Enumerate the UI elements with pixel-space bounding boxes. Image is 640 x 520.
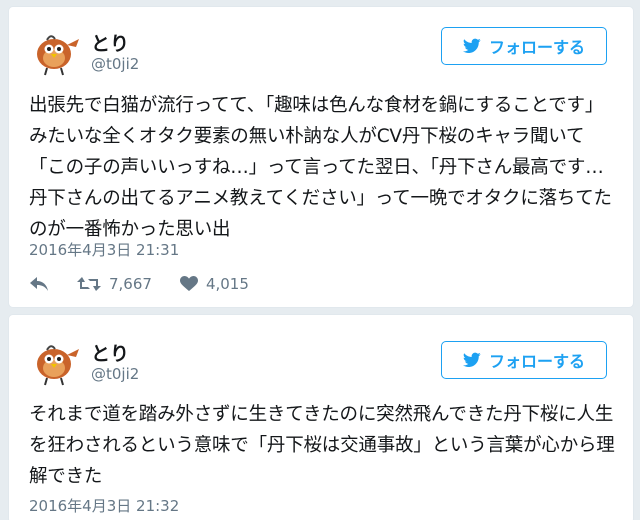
bird-avatar-icon[interactable] — [27, 333, 81, 387]
display-name[interactable]: とり — [91, 339, 129, 366]
bird-avatar-icon[interactable] — [27, 23, 81, 77]
tweet-card-1: とり @t0ji2 フォローする 出張先で白猫が流行ってて、「趣味は色んな食材を… — [8, 6, 634, 308]
heart-icon — [179, 276, 198, 291]
tweet-actions: 7,667 4,015 — [29, 275, 249, 293]
reply-button[interactable] — [29, 276, 49, 292]
retweet-button[interactable]: 7,667 — [77, 275, 152, 293]
reply-icon — [30, 277, 48, 291]
display-name[interactable]: とり — [91, 29, 129, 56]
like-button[interactable]: 4,015 — [179, 275, 249, 293]
like-count: 4,015 — [205, 275, 249, 293]
user-handle[interactable]: @t0ji2 — [91, 365, 139, 383]
tweet-card-2: とり @t0ji2 フォローする それまで道を踏み外さずに生きてきたのに突然飛ん… — [8, 314, 634, 520]
twitter-bird-icon — [462, 352, 481, 367]
retweet-icon — [77, 277, 101, 291]
follow-button[interactable]: フォローする — [441, 27, 607, 65]
follow-button[interactable]: フォローする — [441, 341, 607, 379]
follow-label: フォローする — [488, 352, 585, 371]
tweet-date[interactable]: 2016年4月3日 21:31 — [29, 239, 179, 260]
user-handle[interactable]: @t0ji2 — [91, 55, 139, 73]
retweet-count: 7,667 — [109, 275, 152, 293]
tweet-text: 出張先で白猫が流行ってて、「趣味は色んな食材を鍋にすることです」みたいな全くオタ… — [29, 95, 612, 240]
twitter-bird-icon — [462, 38, 481, 53]
tweet-date[interactable]: 2016年4月3日 21:32 — [29, 495, 179, 516]
tweet-text: それまで道を踏み外さずに生きてきたのに突然飛んできた丹下桜に人生を狂わされるとい… — [29, 404, 615, 487]
follow-label: フォローする — [488, 38, 585, 57]
